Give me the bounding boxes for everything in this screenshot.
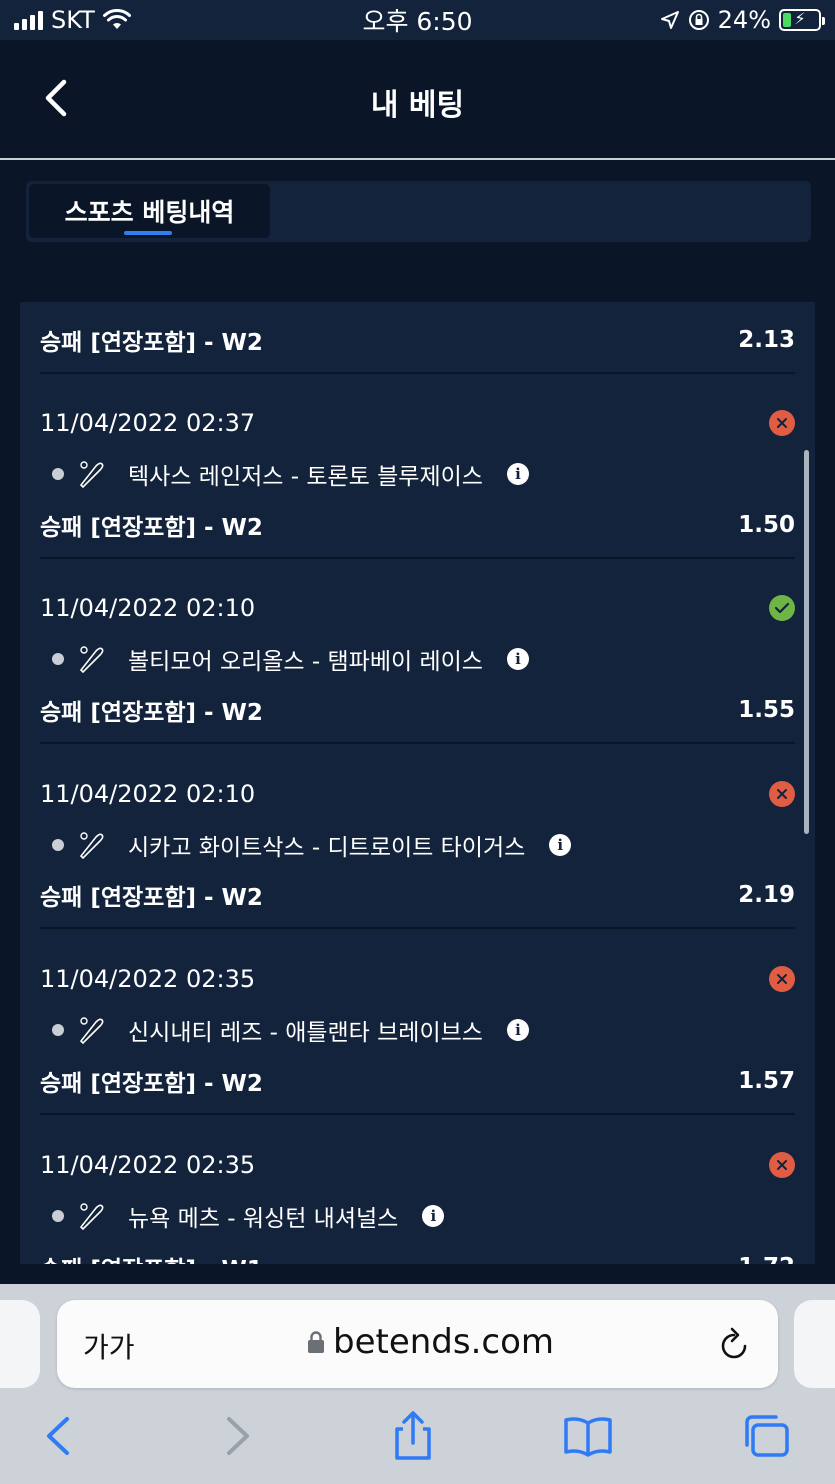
info-icon[interactable]: i (549, 834, 572, 856)
match-row: 텍사스 레인저스 - 토론토 블루제이스 i (52, 454, 529, 494)
odds-value: 1.72 (738, 1254, 795, 1264)
market-row: 승패 [연장포함] - W2 1.55 (40, 678, 795, 744)
market-label: 승패 [연장포함] - W2 (40, 515, 263, 541)
info-icon[interactable]: i (422, 1205, 445, 1227)
baseball-bat-icon (79, 832, 104, 859)
app-header: 내 베팅 (0, 40, 835, 160)
bet-date: 11/04/2022 02:37 (40, 409, 256, 437)
odds-value: 1.55 (738, 697, 795, 723)
market-label: 승패 [연장포함] - W2 (40, 330, 263, 356)
market-label: 승패 [연장포함] - W2 (40, 700, 263, 726)
match-row: 시카고 화이트삭스 - 디트로이트 타이거스 i (52, 825, 572, 865)
lost-status-icon (769, 1152, 795, 1178)
bookmarks-icon[interactable] (562, 1412, 614, 1460)
lost-status-icon (769, 781, 795, 807)
battery-percent: 24% (717, 6, 771, 34)
market-row: 승패 [연장포함] - W2 2.13 (40, 308, 795, 374)
baseball-bat-icon (79, 646, 104, 673)
market-row: 승패 [연장포함] - W2 2.19 (40, 863, 795, 929)
tabs-icon[interactable] (740, 1412, 792, 1460)
live-dot-icon (52, 468, 64, 480)
live-dot-icon (52, 1024, 64, 1036)
browser-back-icon[interactable] (32, 1412, 84, 1460)
previous-tab-preview[interactable] (0, 1300, 40, 1388)
lost-status-icon (769, 966, 795, 992)
match-row: 신시내티 레즈 - 애틀랜타 브레이브스 i (52, 1010, 529, 1050)
next-tab-preview[interactable] (794, 1300, 835, 1388)
page-title: 내 베팅 (370, 88, 465, 123)
market-row: 승패 [연장포함] - W2 1.57 (40, 1049, 795, 1115)
baseball-bat-icon (79, 461, 104, 488)
url-display: betends.com (307, 1322, 554, 1362)
match-row: 볼티모어 오리올스 - 탬파베이 레이스 i (52, 639, 529, 679)
baseball-bat-icon (79, 1017, 104, 1044)
match-name: 신시내티 레즈 - 애틀랜타 브레이브스 (128, 1020, 483, 1046)
active-tab-indicator (124, 231, 172, 235)
odds-value: 2.19 (738, 882, 795, 908)
match-name: 뉴욕 메츠 - 워싱턴 내셔널스 (128, 1206, 399, 1232)
match-name: 시카고 화이트삭스 - 디트로이트 타이거스 (128, 835, 526, 861)
won-status-icon (769, 595, 795, 621)
carrier-label: SKT (51, 6, 95, 34)
live-dot-icon (52, 1210, 64, 1222)
location-arrow-icon (660, 11, 679, 29)
odds-value: 2.13 (738, 327, 795, 353)
lost-status-icon (769, 410, 795, 436)
market-label: 승패 [연장포함] - W2 (40, 1071, 263, 1097)
baseball-bat-icon (79, 1203, 104, 1230)
odds-value: 1.50 (738, 512, 795, 538)
bet-date: 11/04/2022 02:10 (40, 594, 256, 622)
market-row: 승패 [연장포함] - W1 1.72 (40, 1235, 795, 1264)
tab-sports-bet-history[interactable]: 스포츠 베팅내역 (29, 184, 270, 238)
bet-date: 11/04/2022 02:35 (40, 965, 256, 993)
share-icon[interactable] (387, 1411, 439, 1460)
match-name: 텍사스 레인저스 - 토론토 블루제이스 (128, 464, 483, 490)
scrollbar[interactable] (804, 450, 809, 834)
match-row: 뉴욕 메츠 - 워싱턴 내셔널스 i (52, 1196, 445, 1236)
info-icon[interactable]: i (506, 463, 529, 485)
info-icon[interactable]: i (506, 648, 529, 670)
address-bar[interactable]: 가가 betends.com (57, 1300, 778, 1388)
market-row: 승패 [연장포함] - W2 1.50 (40, 493, 795, 559)
bet-date: 11/04/2022 02:35 (40, 1151, 256, 1179)
tab-label: 스포츠 베팅내역 (64, 198, 235, 227)
lock-icon (308, 1331, 324, 1353)
tab-bar: 스포츠 베팅내역 (26, 181, 811, 242)
bet-list[interactable]: 승패 [연장포함] - W2 2.13 11/04/2022 02:37 텍사스… (20, 302, 815, 1264)
battery-icon: ⚡ (779, 9, 825, 31)
info-icon[interactable]: i (506, 1019, 529, 1041)
status-bar: SKT 오후 6:50 24% ⚡ (0, 0, 835, 40)
bet-date: 11/04/2022 02:10 (40, 780, 256, 808)
orientation-lock-icon (688, 10, 709, 30)
cellular-signal-icon (14, 10, 43, 30)
reload-icon[interactable] (716, 1324, 752, 1364)
market-label: 승패 [연장포함] - W1 (40, 1250, 263, 1264)
odds-value: 1.57 (738, 1068, 795, 1094)
match-name: 볼티모어 오리올스 - 탬파베이 레이스 (128, 649, 483, 675)
live-dot-icon (52, 839, 64, 851)
browser-toolbar: 가가 betends.com (0, 1284, 835, 1484)
browser-forward-icon[interactable] (212, 1412, 264, 1460)
market-label: 승패 [연장포함] - W2 (40, 885, 263, 911)
text-size-button[interactable]: 가가 (83, 1326, 135, 1366)
live-dot-icon (52, 653, 64, 665)
wifi-icon (102, 9, 131, 29)
url-text: betends.com (333, 1322, 555, 1362)
